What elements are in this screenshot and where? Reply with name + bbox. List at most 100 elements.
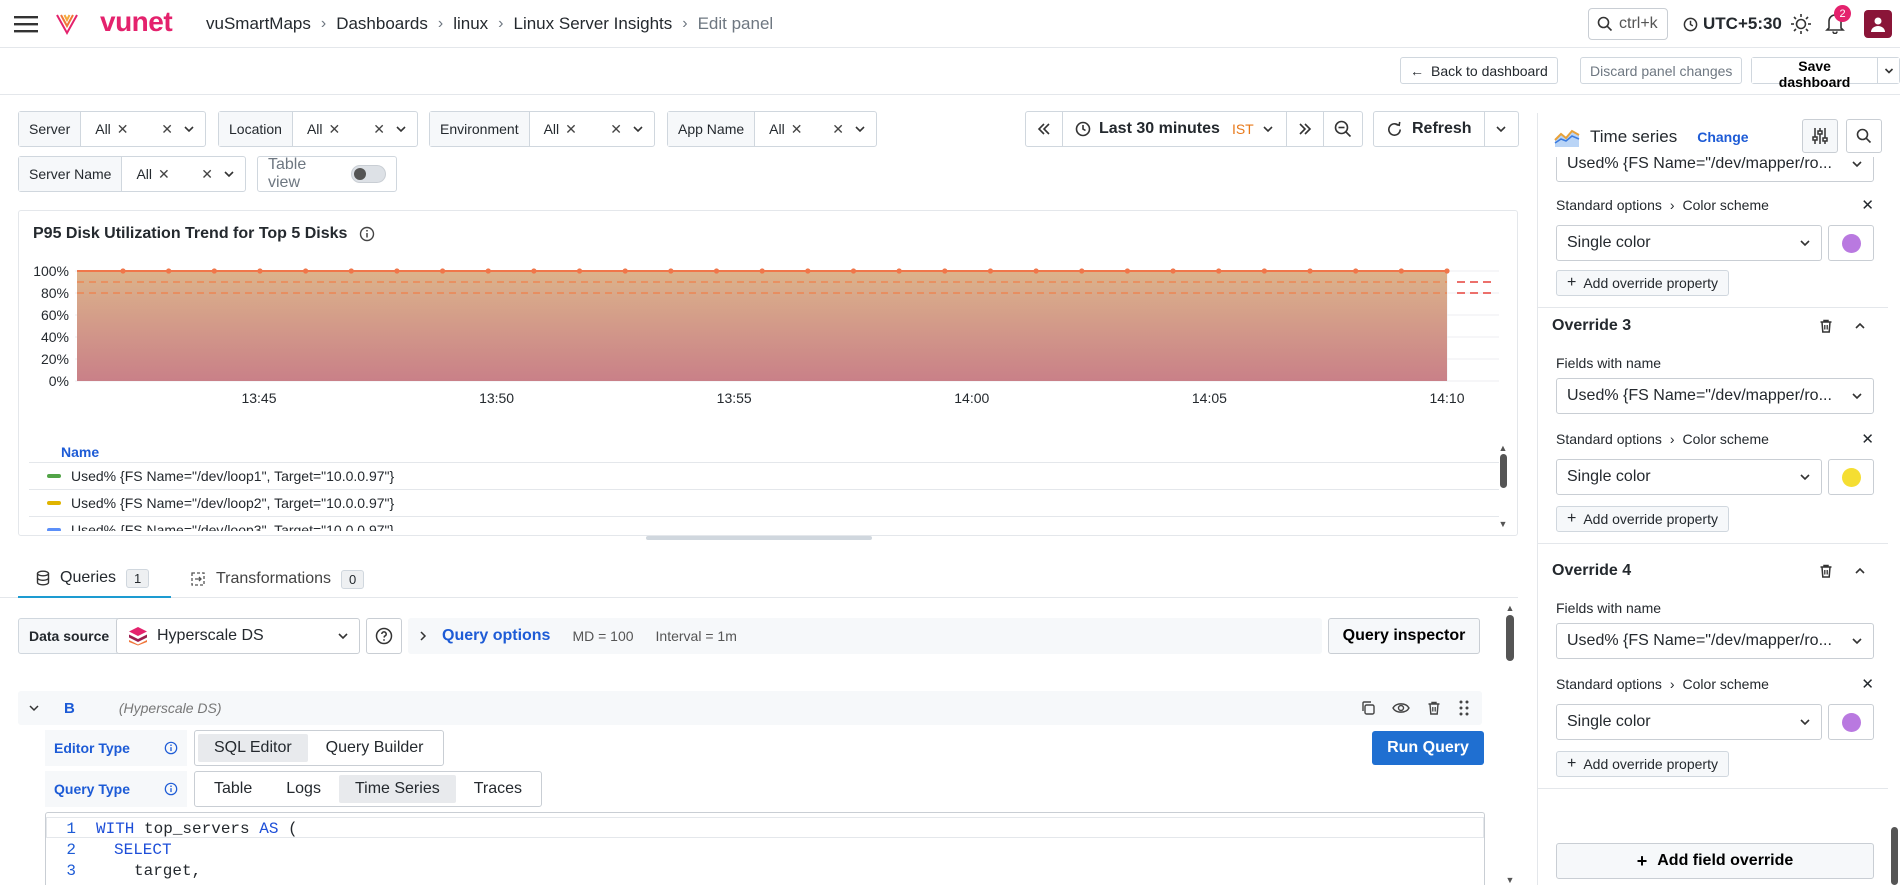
run-query-button[interactable]: Run Query [1372, 731, 1484, 765]
tab-transformations[interactable]: Transformations 0 [190, 560, 365, 598]
clear-icon[interactable]: ✕ [610, 121, 622, 138]
override-color-scheme-select[interactable]: Single color [1556, 704, 1822, 740]
time-range-picker[interactable]: Last 30 minutes IST [1063, 112, 1287, 146]
remove-property-close-icon[interactable]: ✕ [1861, 196, 1874, 214]
legend-item[interactable]: Used% {FS Name="/dev/loop2", Target="10.… [29, 490, 1499, 517]
zoom-out-icon[interactable] [1324, 112, 1362, 146]
override-add-property-button[interactable]: + Add override property [1556, 751, 1729, 777]
delete-override-trash-icon[interactable] [1818, 563, 1834, 579]
chevron-down-icon[interactable] [183, 123, 195, 135]
tab-queries[interactable]: Queries 1 [18, 560, 171, 598]
chevron-down-icon[interactable] [395, 123, 407, 135]
filter-location[interactable]: Location All ✕ ✕ [218, 111, 418, 147]
info-icon[interactable] [359, 226, 375, 242]
legend-item[interactable]: Used% {FS Name="/dev/loop1", Target="10.… [29, 463, 1499, 490]
user-avatar[interactable] [1864, 10, 1892, 38]
override-2-color-picker[interactable] [1828, 225, 1874, 261]
info-icon[interactable] [164, 782, 178, 796]
query-inspector-button[interactable]: Query inspector [1328, 618, 1480, 654]
options-sliders-button[interactable] [1802, 119, 1838, 153]
query-ref-id[interactable]: B [64, 700, 75, 717]
info-icon[interactable] [164, 741, 178, 755]
breadcrumb-item-dashboard[interactable]: Linux Server Insights [514, 14, 673, 34]
override-2-add-property-button[interactable]: + Add override property [1556, 270, 1729, 296]
query-options-bar[interactable]: Query options MD = 100 Interval = 1m [408, 618, 1322, 654]
chevron-down-icon[interactable] [223, 168, 235, 180]
legend-name-header[interactable]: Name [29, 441, 1499, 463]
override-2-color-scheme-select[interactable]: Single color [1556, 225, 1822, 261]
options-scrollbar[interactable] [1891, 157, 1899, 885]
search-button[interactable]: ctrl+k [1588, 8, 1668, 40]
remove-property-close-icon[interactable]: ✕ [1861, 675, 1874, 693]
sql-code-editor[interactable]: 1 WITH top_servers AS (2 SELECT 3 target, [45, 812, 1485, 885]
toggle-switch[interactable] [350, 165, 386, 183]
clear-icon[interactable]: ✕ [373, 121, 385, 138]
panel-resize-handle[interactable] [646, 536, 872, 540]
override-field-select[interactable]: Used% {FS Name="/dev/mapper/ro... [1556, 623, 1874, 659]
clear-icon[interactable]: ✕ [161, 121, 173, 138]
time-shift-back-icon[interactable] [1026, 112, 1063, 146]
override-color-picker[interactable] [1828, 704, 1874, 740]
query-type-time-series[interactable]: Time Series [338, 775, 456, 803]
discard-panel-changes-button[interactable]: Discard panel changes [1580, 57, 1743, 84]
timezone-button[interactable]: UTC+5:30 [1683, 14, 1782, 34]
hamburger-menu-icon[interactable] [14, 14, 38, 34]
time-shift-forward-icon[interactable] [1287, 112, 1324, 146]
query-pane-scrollbar[interactable]: ▲ ▼ [1505, 603, 1515, 885]
override-color-scheme-select[interactable]: Single color [1556, 459, 1822, 495]
chip-remove-icon[interactable]: ✕ [117, 121, 129, 138]
override-header[interactable]: Override 3 [1552, 317, 1872, 335]
refresh-interval-dropdown[interactable] [1485, 123, 1518, 135]
series-point [1307, 268, 1313, 274]
table-view-toggle[interactable]: Table view [257, 156, 397, 192]
breadcrumb-item-vusmartmaps[interactable]: vuSmartMaps [206, 14, 311, 34]
chip-remove-icon[interactable]: ✕ [158, 166, 170, 183]
options-search-button[interactable] [1846, 119, 1882, 153]
chip-remove-icon[interactable]: ✕ [791, 121, 803, 138]
editor-type-sql-editor[interactable]: SQL Editor [198, 734, 308, 762]
editor-type-query-builder[interactable]: Query Builder [310, 734, 440, 762]
save-options-button[interactable] [1877, 58, 1899, 83]
override-2-field-select[interactable]: Used% {FS Name="/dev/mapper/ro... [1556, 157, 1874, 182]
add-field-override-button[interactable]: + Add field override [1556, 843, 1874, 879]
chevron-down-icon[interactable] [632, 123, 644, 135]
back-to-dashboard-button[interactable]: ← Back to dashboard [1400, 57, 1558, 84]
delete-query-trash-icon[interactable] [1426, 700, 1442, 716]
override-add-property-button[interactable]: + Add override property [1556, 506, 1729, 532]
save-dashboard-button[interactable]: Save dashboard [1752, 58, 1878, 90]
filter-environment[interactable]: Environment All ✕ ✕ [429, 111, 655, 147]
change-visualization-link[interactable]: Change [1697, 129, 1748, 145]
delete-override-trash-icon[interactable] [1818, 318, 1834, 334]
override-color-picker[interactable] [1828, 459, 1874, 495]
clear-icon[interactable]: ✕ [832, 121, 844, 138]
hide-query-eye-icon[interactable] [1392, 701, 1410, 715]
filter-server-name[interactable]: Server Name All ✕ ✕ [18, 156, 246, 192]
brand-name[interactable]: vunet [100, 6, 173, 38]
override-header[interactable]: Override 4 [1552, 562, 1872, 580]
clear-icon[interactable]: ✕ [201, 166, 213, 183]
filter-app-name[interactable]: App Name All ✕ ✕ [667, 111, 877, 147]
chip-remove-icon[interactable]: ✕ [565, 121, 577, 138]
remove-property-close-icon[interactable]: ✕ [1861, 430, 1874, 448]
collapse-chevron-up-icon[interactable] [1854, 320, 1866, 332]
breadcrumb-item-linux[interactable]: linux [453, 14, 488, 34]
chevron-down-icon[interactable] [854, 123, 866, 135]
legend-scrollbar[interactable]: ▲ ▼ [1498, 443, 1508, 529]
time-series-chart[interactable]: 100% 80% 60% 40% 20% 0% 13:45 13:50 13:55 14:00 14… [19, 257, 1517, 442]
query-type-traces[interactable]: Traces [458, 775, 538, 803]
breadcrumb-item-dashboards[interactable]: Dashboards [336, 14, 428, 34]
chip-remove-icon[interactable]: ✕ [329, 121, 341, 138]
refresh-button[interactable]: Refresh [1374, 112, 1485, 146]
collapse-chevron-icon[interactable] [28, 702, 40, 714]
data-source-select[interactable]: Hyperscale DS [116, 618, 360, 654]
drag-handle-icon[interactable] [1458, 699, 1470, 717]
data-source-help-button[interactable] [366, 618, 402, 654]
query-type-table[interactable]: Table [198, 775, 268, 803]
filter-server[interactable]: Server All ✕ ✕ [18, 111, 206, 147]
duplicate-query-icon[interactable] [1360, 700, 1376, 716]
query-type-logs[interactable]: Logs [270, 775, 337, 803]
override-field-select[interactable]: Used% {FS Name="/dev/mapper/ro... [1556, 378, 1874, 414]
theme-toggle-sun-icon[interactable] [1790, 13, 1812, 35]
collapse-chevron-up-icon[interactable] [1854, 565, 1866, 577]
legend-item[interactable]: Used% {FS Name="/dev/loop3", Target="10.… [29, 517, 1499, 531]
